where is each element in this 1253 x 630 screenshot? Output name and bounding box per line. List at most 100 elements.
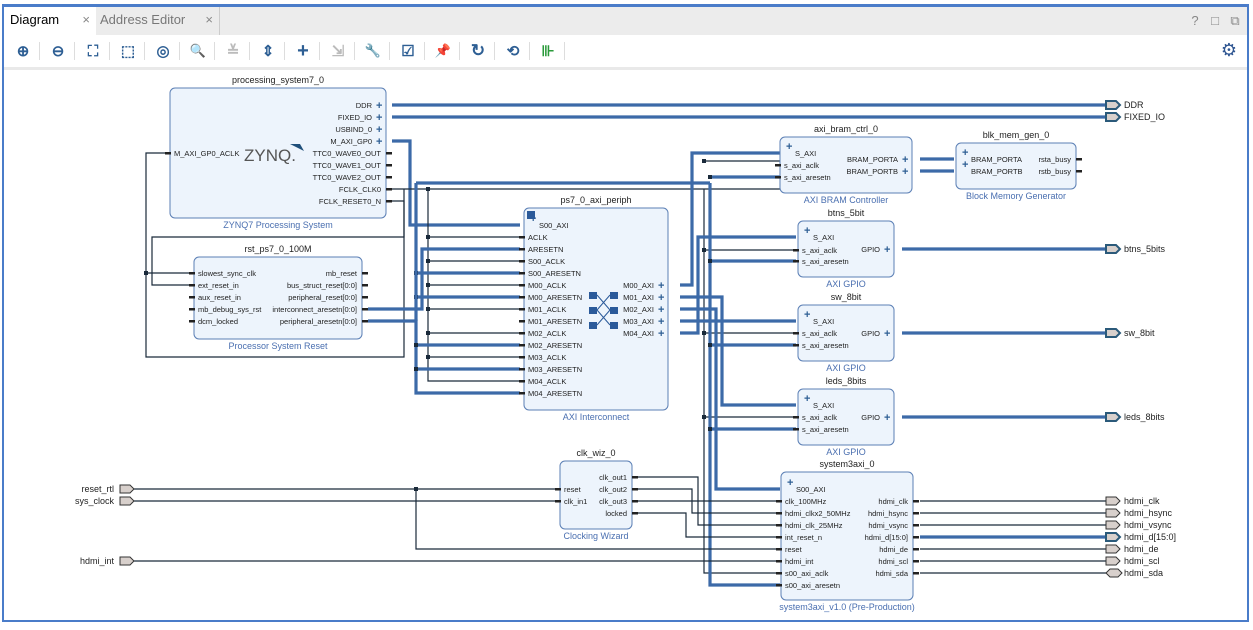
block-diagram[interactable]: processing_system7_0 ZYNQ7 Processing Sys… [4,70,1247,622]
ip-block-blk_mem[interactable] [955,142,1077,190]
tab-address-editor[interactable]: Address Editor × [96,7,220,35]
pin-label: M02_ARESETN [528,341,582,350]
expand-plus-icon[interactable]: + [884,244,890,256]
expand-plus-icon[interactable]: + [902,154,908,166]
window-controls: ? □ ⧉ [1189,13,1241,29]
regenerate-layout-icon[interactable]: ⟲ [502,40,524,62]
external-port[interactable] [119,556,135,566]
separator [319,42,320,60]
expand-plus-icon[interactable]: + [376,112,382,124]
pin-stub [189,284,195,287]
ip-block-clk_wiz[interactable] [559,460,633,530]
close-icon[interactable]: × [205,7,213,33]
collapse-icon[interactable] [527,211,535,219]
help-icon[interactable]: ? [1189,13,1201,29]
pin-label: hdmi_hsync [868,509,908,518]
expand-plus-icon[interactable]: + [658,328,664,340]
net-m04-axi[interactable] [680,235,796,335]
make-external-icon[interactable]: ⇲ [327,40,349,62]
pin-stub [519,392,525,395]
debug-icon[interactable]: ⊪ [537,40,559,62]
tab-diagram[interactable]: Diagram × [4,7,96,35]
pin-stub [362,284,368,287]
external-port-label: leds_8bits [1124,412,1165,422]
external-port[interactable] [119,484,135,494]
pin-label: M02_ACLK [528,329,566,338]
net-m02-axi[interactable] [680,307,780,491]
block-type-label: AXI GPIO [826,279,866,289]
block-instance-name: clk_wiz_0 [576,448,615,458]
pin-label: clk_out3 [599,497,627,506]
pin-label: BRAM_PORTB [971,167,1023,176]
validate-design-icon[interactable]: ☑ [397,40,419,62]
expand-plus-icon[interactable]: + [658,304,664,316]
external-port[interactable] [1105,520,1121,530]
expand-plus-icon[interactable]: + [658,280,664,292]
pin-stub [793,344,799,347]
external-port[interactable] [1105,100,1122,110]
external-port[interactable] [1105,544,1121,554]
external-port[interactable] [1105,568,1123,578]
zoom-fit-icon[interactable]: ⛶ [82,40,104,62]
external-port[interactable] [1105,496,1121,506]
expand-plus-icon[interactable]: + [884,412,890,424]
expand-plus-icon[interactable]: + [804,393,810,405]
external-port[interactable] [1105,112,1122,122]
pin-label: s_axi_aclk [784,161,819,170]
zoom-out-icon[interactable]: ⊖ [47,40,69,62]
expand-plus-icon[interactable]: + [804,225,810,237]
external-port[interactable] [1105,412,1122,422]
auto-fit-selection-icon[interactable]: ◎ [152,40,174,62]
refresh-icon[interactable]: ↻ [467,40,489,62]
pin-label: M00_ARESETN [528,293,582,302]
add-ip-icon[interactable]: + [292,40,314,62]
pin-label: interconnect_aresetn[0:0] [272,305,357,314]
maximize-icon[interactable]: □ [1209,13,1221,29]
pin-stub [793,260,799,263]
pin-icon[interactable]: 📌 [432,40,454,62]
expand-plus-icon[interactable]: + [962,147,968,159]
diagram-canvas[interactable]: processing_system7_0 ZYNQ7 Processing Sys… [4,70,1247,620]
pin-label: TTC0_WAVE1_OUT [313,161,382,170]
external-port[interactable] [1105,244,1122,254]
settings-gear-icon[interactable]: ⚙ [1221,40,1237,61]
collapse-all-icon[interactable]: ≚ [222,40,244,62]
junction-dot [426,307,430,311]
expand-plus-icon[interactable]: + [786,141,792,153]
expand-plus-icon[interactable]: + [962,159,968,171]
pin-label: rstb_busy [1038,167,1071,176]
pin-stub [913,572,919,575]
external-port[interactable] [1105,508,1121,518]
external-port-label: hdmi_hsync [1124,508,1173,518]
search-icon[interactable]: 🔍 [187,40,209,62]
close-icon[interactable]: × [82,7,90,33]
expand-plus-icon[interactable]: + [658,292,664,304]
external-port[interactable] [1105,328,1122,338]
expand-plus-icon[interactable]: + [376,136,382,148]
junction-dot [426,187,430,191]
pin-label: M04_ACLK [528,377,566,386]
expand-plus-icon[interactable]: + [376,100,382,112]
expand-plus-icon[interactable]: + [884,328,890,340]
pin-stub [189,296,195,299]
net-interconnect-aresetn[interactable] [368,247,520,311]
expand-plus-icon[interactable]: + [376,124,382,136]
expand-plus-icon[interactable]: + [804,309,810,321]
pin-label: ext_reset_in [198,281,239,290]
wrench-icon[interactable]: 🔧 [362,40,384,62]
pin-label: s00_axi_aclk [785,569,829,578]
pin-stub [1076,170,1082,173]
net-m00-axi[interactable] [680,151,780,287]
external-port[interactable] [119,496,135,506]
expand-plus-icon[interactable]: + [658,316,664,328]
expand-all-icon[interactable]: ⇕ [257,40,279,62]
tab-diagram-label: Diagram [10,12,60,27]
zoom-area-icon[interactable]: ⬚ [117,40,139,62]
external-port[interactable] [1105,556,1121,566]
expand-plus-icon[interactable]: + [902,166,908,178]
zoom-in-icon[interactable]: ⊕ [12,40,34,62]
float-icon[interactable]: ⧉ [1229,13,1241,29]
external-port[interactable] [1105,532,1122,542]
separator [214,42,215,60]
expand-plus-icon[interactable]: + [787,477,793,489]
